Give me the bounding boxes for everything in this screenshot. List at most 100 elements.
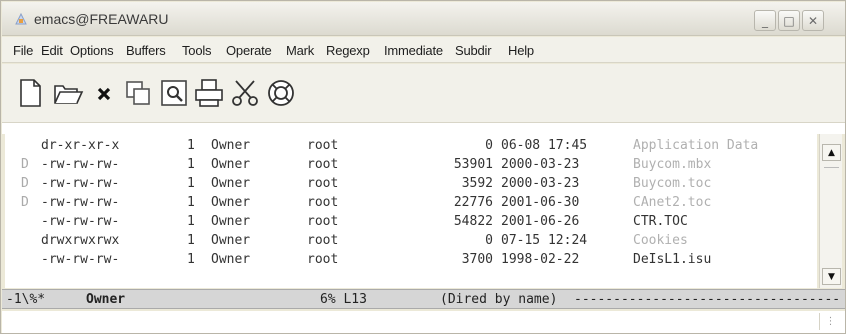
row-mark: D bbox=[21, 195, 29, 210]
menu-tools[interactable]: Tools bbox=[182, 43, 212, 58]
row-date: 2001-06-26 bbox=[501, 214, 580, 229]
minibuffer[interactable]: ⋮ bbox=[2, 311, 845, 333]
window-title: emacs@FREAWARU bbox=[34, 11, 169, 27]
row-owner: Owner bbox=[211, 233, 251, 248]
minimize-button[interactable]: _ bbox=[754, 10, 776, 31]
scroll-thumb[interactable] bbox=[824, 164, 839, 168]
vertical-scrollbar[interactable]: ▲ ▼ bbox=[819, 134, 842, 288]
row-filename[interactable]: Buycom.mbx bbox=[633, 157, 711, 172]
row-owner: Owner bbox=[211, 252, 251, 267]
emacs-app-icon bbox=[15, 12, 27, 25]
row-links: 1 bbox=[187, 214, 195, 229]
help-lifebuoy-icon[interactable] bbox=[265, 77, 297, 109]
menu-regexp[interactable]: Regexp bbox=[326, 43, 370, 58]
row-permissions: -rw-rw-rw- bbox=[41, 176, 120, 191]
menu-operate[interactable]: Operate bbox=[226, 43, 272, 58]
list-item[interactable]: -rw-rw-rw- 1 Owner root 3700 1998-02-22 … bbox=[5, 252, 817, 271]
cut-scissors-icon[interactable] bbox=[229, 77, 261, 109]
resize-grip-icon: ⋮ bbox=[825, 316, 836, 327]
row-owner: Owner bbox=[211, 195, 251, 210]
row-permissions: dr-xr-xr-x bbox=[41, 138, 120, 153]
row-size: 0 bbox=[485, 138, 493, 153]
menu-edit[interactable]: Edit bbox=[41, 43, 63, 58]
row-owner: Owner bbox=[211, 138, 251, 153]
close-button[interactable]: ✕ bbox=[802, 10, 824, 31]
title-bar[interactable]: emacs@FREAWARU _ □ ✕ bbox=[2, 2, 845, 36]
list-item[interactable]: D -rw-rw-rw- 1 Owner root 53901 2000-03-… bbox=[5, 157, 817, 176]
row-links: 1 bbox=[187, 138, 195, 153]
menu-help[interactable]: Help bbox=[508, 43, 534, 58]
emacs-window: emacs@FREAWARU _ □ ✕ File Edit Options B… bbox=[0, 0, 846, 334]
row-date: 2000-03-23 bbox=[501, 176, 580, 191]
row-size: 53901 bbox=[453, 157, 493, 172]
row-owner: Owner bbox=[211, 214, 251, 229]
menu-options[interactable]: Options bbox=[70, 43, 114, 58]
print-icon[interactable] bbox=[193, 77, 225, 109]
row-permissions: -rw-rw-rw- bbox=[41, 195, 120, 210]
menu-bar: File Edit Options Buffers Tools Operate … bbox=[2, 37, 845, 63]
row-links: 1 bbox=[187, 233, 195, 248]
list-item[interactable]: D -rw-rw-rw- 1 Owner root 3592 2000-03-2… bbox=[5, 176, 817, 195]
row-permissions: -rw-rw-rw- bbox=[41, 252, 120, 267]
arrow-down-icon: ▼ bbox=[828, 271, 835, 282]
row-permissions: drwxrwxrwx bbox=[41, 233, 120, 248]
row-mark: D bbox=[21, 157, 29, 172]
row-filename[interactable]: CAnet2.toc bbox=[633, 195, 711, 210]
scroll-down-button[interactable]: ▼ bbox=[822, 268, 841, 285]
row-size: 3592 bbox=[461, 176, 493, 191]
menu-file[interactable]: File bbox=[13, 43, 33, 58]
toolbar bbox=[2, 64, 845, 122]
row-size: 22776 bbox=[453, 195, 493, 210]
row-owner: Owner bbox=[211, 157, 251, 172]
row-links: 1 bbox=[187, 252, 195, 267]
modeline-buffer-name: Owner bbox=[86, 292, 126, 307]
row-filename[interactable]: Application Data bbox=[633, 138, 758, 153]
close-icon: ✕ bbox=[807, 13, 819, 28]
row-group: root bbox=[307, 157, 339, 172]
modeline-position: 6% L13 bbox=[320, 292, 367, 307]
dired-buffer[interactable]: dr-xr-xr-x 1 Owner root 0 06-08 17:45 Ap… bbox=[5, 134, 817, 288]
row-filename[interactable]: CTR.TOC bbox=[633, 214, 688, 229]
row-group: root bbox=[307, 195, 339, 210]
mode-line[interactable]: -1\%* Owner 6% L13 (Dired by name) -----… bbox=[2, 289, 845, 309]
row-group: root bbox=[307, 214, 339, 229]
menu-buffers[interactable]: Buffers bbox=[126, 43, 166, 58]
toolbar-separator bbox=[2, 122, 845, 134]
row-mark: D bbox=[21, 176, 29, 191]
scroll-up-button[interactable]: ▲ bbox=[822, 144, 841, 161]
copy-icon[interactable] bbox=[122, 77, 154, 109]
row-date: 1998-02-22 bbox=[501, 252, 580, 267]
list-item[interactable]: -rw-rw-rw- 1 Owner root 54822 2001-06-26… bbox=[5, 214, 817, 233]
maximize-button[interactable]: □ bbox=[778, 10, 800, 31]
list-item[interactable]: dr-xr-xr-x 1 Owner root 0 06-08 17:45 Ap… bbox=[5, 138, 817, 157]
row-filename[interactable]: DeIsL1.isu bbox=[633, 252, 711, 267]
row-filename[interactable]: Buycom.toc bbox=[633, 176, 711, 191]
row-links: 1 bbox=[187, 195, 195, 210]
list-item[interactable]: D -rw-rw-rw- 1 Owner root 22776 2001-06-… bbox=[5, 195, 817, 214]
list-item[interactable]: drwxrwxrwx 1 Owner root 0 07-15 12:24 Co… bbox=[5, 233, 817, 252]
minibuffer-scroll-corner[interactable]: ⋮ bbox=[819, 313, 841, 330]
row-date: 06-08 17:45 bbox=[501, 138, 588, 153]
menu-subdir[interactable]: Subdir bbox=[455, 43, 492, 58]
modeline-mode: (Dired by name) bbox=[440, 292, 558, 307]
open-folder-icon[interactable] bbox=[52, 77, 84, 109]
row-size: 54822 bbox=[453, 214, 493, 229]
row-group: root bbox=[307, 138, 339, 153]
menu-mark[interactable]: Mark bbox=[286, 43, 314, 58]
close-x-icon[interactable] bbox=[88, 77, 120, 109]
modeline-status: -1\%* bbox=[6, 292, 46, 307]
modeline-fill: ----------------------------------- bbox=[574, 292, 842, 307]
row-links: 1 bbox=[187, 157, 195, 172]
new-file-icon[interactable] bbox=[14, 77, 46, 109]
row-permissions: -rw-rw-rw- bbox=[41, 214, 120, 229]
search-page-icon[interactable] bbox=[158, 77, 190, 109]
row-date: 2001-06-30 bbox=[501, 195, 580, 210]
row-group: root bbox=[307, 176, 339, 191]
row-filename[interactable]: Cookies bbox=[633, 233, 688, 248]
maximize-icon: □ bbox=[783, 13, 795, 28]
row-links: 1 bbox=[187, 176, 195, 191]
row-size: 3700 bbox=[461, 252, 493, 267]
row-owner: Owner bbox=[211, 176, 251, 191]
menu-immediate[interactable]: Immediate bbox=[384, 43, 443, 58]
row-date: 2000-03-23 bbox=[501, 157, 580, 172]
